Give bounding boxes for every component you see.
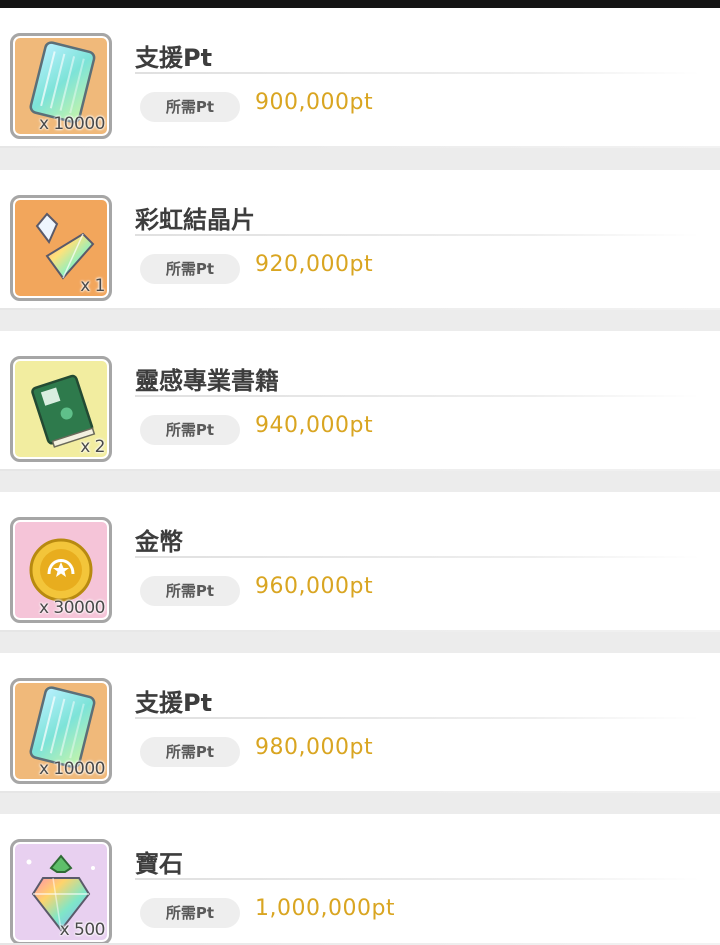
reward-row: x 10000 支援Pt 所需Pt 980,000pt [0,653,720,793]
reward-row: x 2 靈感專業書籍 所需Pt 940,000pt [0,331,720,471]
reward-quantity: x 500 [59,920,106,940]
reward-name: 靈感專業書籍 [135,367,279,395]
divider [135,878,700,880]
reward-icon-frame: x 2 [10,356,112,462]
reward-name: 彩虹結晶片 [135,206,255,234]
required-pt-label: 所需Pt [140,898,240,928]
reward-row: x 500 寶石 所需Pt 1,000,000pt [0,814,720,945]
reward-quantity: x 10000 [38,114,106,134]
reward-row: x 1 彩虹結晶片 所需Pt 920,000pt [0,170,720,310]
required-pt-value: 940,000pt [255,413,374,438]
divider [135,717,700,719]
required-pt-label: 所需Pt [140,415,240,445]
required-pt-value: 960,000pt [255,574,374,599]
reward-row: x 10000 支援Pt 所需Pt 900,000pt [0,8,720,148]
reward-name: 支援Pt [135,44,213,72]
reward-icon-frame: x 30000 [10,517,112,623]
required-pt-value: 980,000pt [255,735,374,760]
divider [135,72,700,74]
reward-icon-frame: x 10000 [10,678,112,784]
reward-name: 支援Pt [135,689,213,717]
reward-quantity: x 30000 [38,598,106,618]
reward-name: 寶石 [135,850,183,878]
reward-name: 金幣 [135,528,183,556]
reward-row: x 30000 金幣 所需Pt 960,000pt [0,492,720,632]
required-pt-value: 1,000,000pt [255,896,396,921]
reward-icon-frame: x 500 [10,839,112,945]
reward-quantity: x 10000 [38,759,106,779]
required-pt-label: 所需Pt [140,737,240,767]
divider [135,234,700,236]
divider [135,556,700,558]
reward-icon-frame: x 10000 [10,33,112,139]
required-pt-label: 所需Pt [140,254,240,284]
required-pt-value: 920,000pt [255,252,374,277]
required-pt-label: 所需Pt [140,92,240,122]
divider [135,395,700,397]
reward-icon-frame: x 1 [10,195,112,301]
top-status-bar [0,0,720,8]
required-pt-label: 所需Pt [140,576,240,606]
required-pt-value: 900,000pt [255,90,374,115]
reward-quantity: x 1 [80,276,105,296]
reward-quantity: x 2 [80,437,105,457]
